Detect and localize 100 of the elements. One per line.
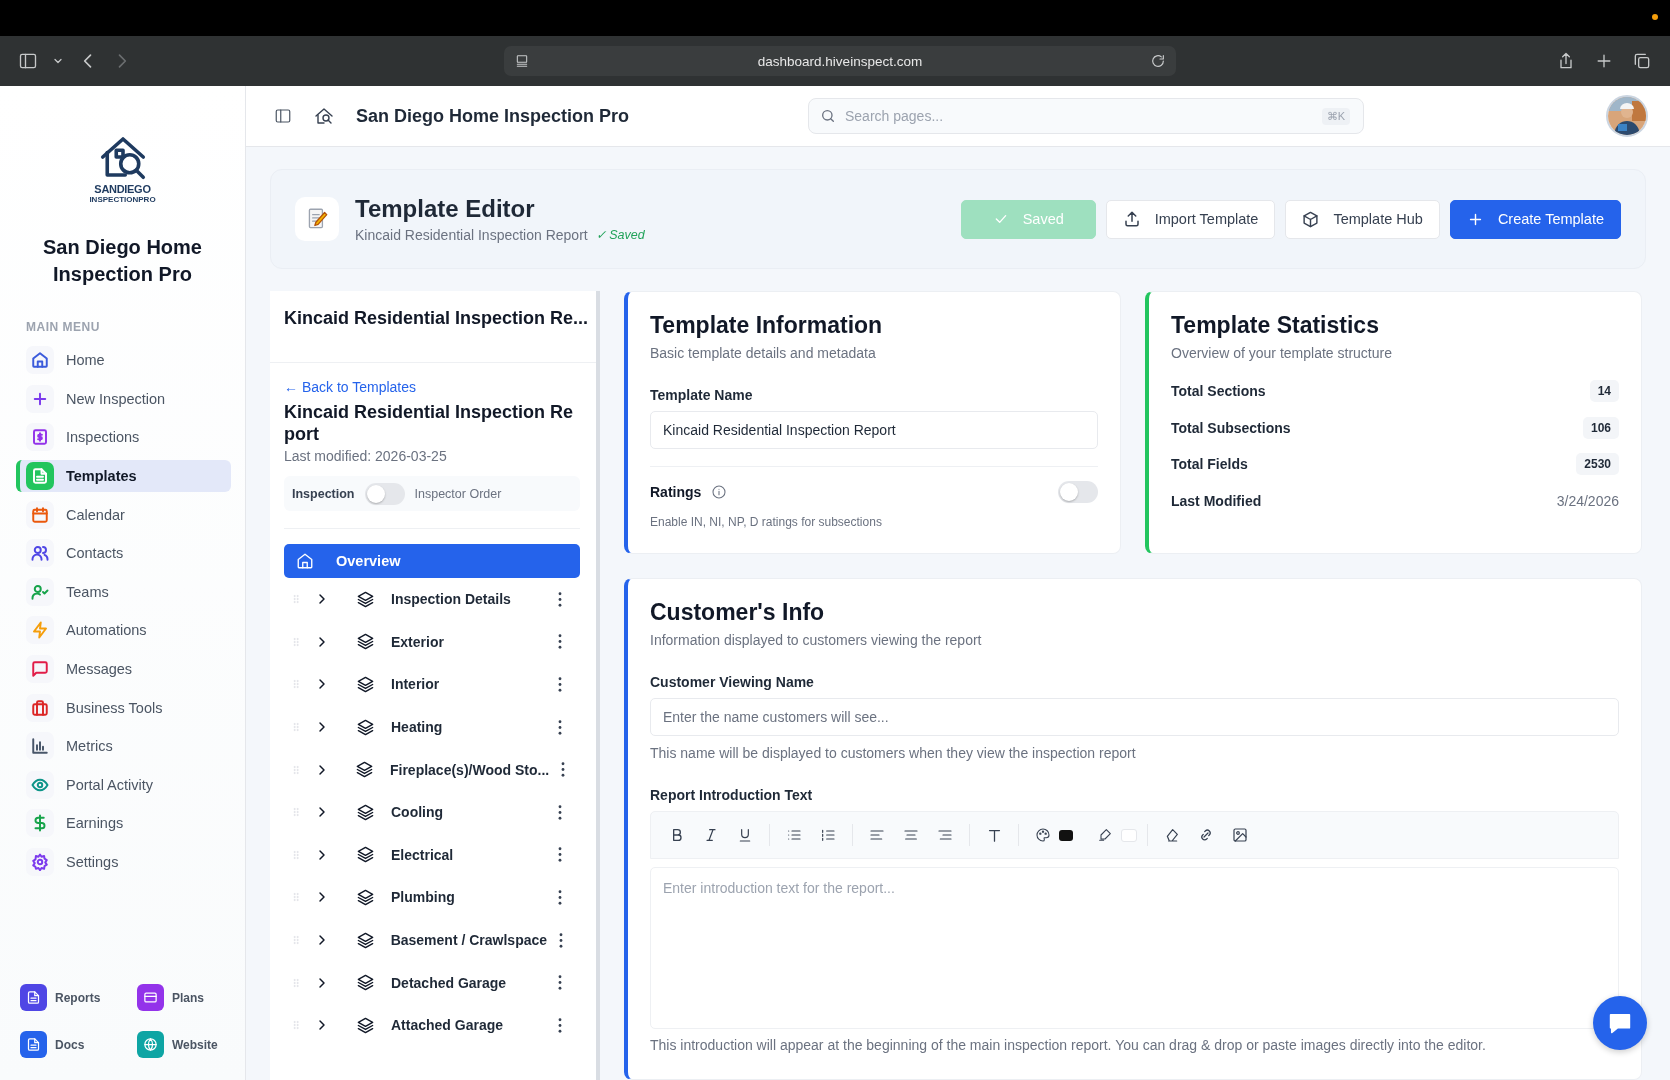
more-icon[interactable] <box>558 975 562 991</box>
brand-title: San Diego Home Inspection Pro <box>42 235 203 287</box>
toggle-label: Inspector Order <box>414 486 502 501</box>
italic-icon <box>703 827 719 843</box>
stat-label: Total Subsections <box>1171 419 1291 436</box>
saved-status: ✓ Saved <box>595 227 645 243</box>
status-dot <box>1652 14 1658 20</box>
more-icon[interactable] <box>558 677 562 692</box>
highlighter-icon <box>1097 827 1113 843</box>
layers-icon <box>356 675 375 694</box>
stat-label: Total Sections <box>1171 383 1266 400</box>
box-icon <box>1302 210 1320 228</box>
menu-item[interactable]: Messages <box>16 652 231 686</box>
link-icon <box>1198 827 1214 843</box>
layers-icon <box>356 1015 375 1035</box>
menu-item[interactable]: Business Tools <box>16 691 231 724</box>
underline-icon <box>737 827 753 843</box>
color-swatch[interactable] <box>1059 829 1073 841</box>
field-hint: This introduction will appear at the beginning of the main inspection report. You can drag & drop or paste images directly into the editor. <box>650 1037 1487 1053</box>
color-swatch[interactable] <box>1121 828 1137 842</box>
introduction-editor[interactable]: Enter introduction text for the report... <box>650 867 1619 1029</box>
menu-item[interactable]: Automations <box>16 614 231 647</box>
section-item[interactable]: Inspection Details <box>391 591 546 608</box>
back-link[interactable]: ← Back to Templates <box>284 379 580 395</box>
hub-button[interactable]: Template Hub <box>1285 199 1440 239</box>
menu-item[interactable]: Metrics <box>16 729 231 763</box>
field-label: Template Name <box>650 387 754 403</box>
menu-item[interactable]: Home <box>16 344 231 377</box>
section-item[interactable]: Heating <box>391 719 546 736</box>
section-item[interactable]: Plumbing <box>391 889 546 906</box>
card-subtitle: Overview of your template structure <box>1171 345 1393 361</box>
more-icon[interactable] <box>558 847 562 863</box>
toggle-label: Inspection <box>292 486 355 501</box>
section-item[interactable]: Fireplace(s)/Wood Sto... <box>389 761 550 778</box>
section-label: MAIN MENU <box>26 320 101 334</box>
shortcut-link[interactable]: Reports <box>20 984 137 1011</box>
shortcut-link[interactable]: Docs <box>20 1031 137 1058</box>
layers-icon <box>356 632 375 652</box>
menu-item[interactable]: Calendar <box>16 498 231 531</box>
more-icon[interactable] <box>558 804 562 820</box>
section-item[interactable]: Exterior <box>391 633 546 650</box>
card-title: Customer's Info <box>650 599 826 626</box>
section-item[interactable]: Basement / Crawlspace <box>390 932 548 949</box>
more-icon[interactable] <box>558 889 562 905</box>
section-item[interactable]: Interior <box>391 676 546 693</box>
more-icon[interactable] <box>559 932 564 948</box>
layers-icon <box>355 930 375 950</box>
align-right-icon <box>937 827 953 843</box>
field-hint: This name will be displayed to customers when they view the inspection report <box>650 745 1137 761</box>
more-icon[interactable] <box>558 634 562 650</box>
bullet-list-icon <box>786 827 802 843</box>
field-label: Customer Viewing Name <box>650 674 815 690</box>
document-icon <box>26 1037 41 1052</box>
stat-badge: 2530 <box>1576 453 1619 476</box>
menu-item[interactable]: Teams <box>16 575 231 609</box>
layers-icon <box>356 589 375 609</box>
last-modified: Last modified: 2026-03-25 <box>284 448 448 464</box>
more-icon[interactable] <box>561 762 566 778</box>
page-icon <box>514 53 530 69</box>
menu-item[interactable]: New Inspection <box>16 382 231 416</box>
section-item[interactable]: Attached Garage <box>391 1017 546 1034</box>
template-name-field[interactable]: Kincaid Residential Inspection Report <box>650 411 1098 449</box>
menu-item[interactable]: Contacts <box>16 536 231 570</box>
home-icon <box>296 552 314 570</box>
layers-icon <box>354 760 374 780</box>
section-item[interactable]: Cooling <box>391 804 546 821</box>
logo-text: SANDIEGO <box>94 184 151 195</box>
overview-item[interactable]: Overview <box>284 544 580 578</box>
section-item[interactable]: Electrical <box>391 846 546 863</box>
card-title: Template Statistics <box>1171 312 1380 339</box>
create-button[interactable]: Create Template <box>1449 199 1621 239</box>
shortcut-link[interactable]: Plans <box>137 984 247 1011</box>
view-switch[interactable] <box>364 482 405 505</box>
layers-icon <box>356 973 375 993</box>
search-icon <box>820 108 836 124</box>
stat-label: Last Modified <box>1171 492 1262 509</box>
card-icon <box>143 990 158 1005</box>
card-title: Template Information <box>650 312 884 339</box>
layers-icon <box>356 845 375 865</box>
menu-item[interactable]: Inspections <box>16 421 231 454</box>
align-left-icon <box>869 827 885 843</box>
more-icon[interactable] <box>558 1017 562 1033</box>
card-subtitle: Information displayed to customers viewing the report <box>650 632 983 648</box>
menu-item[interactable]: Earnings <box>16 807 231 840</box>
more-icon[interactable] <box>558 719 562 735</box>
address-bar[interactable]: dashboard.hiveinspect.com <box>504 46 1176 76</box>
menu-item[interactable]: Settings <box>16 845 231 879</box>
image-icon <box>1232 827 1248 843</box>
info-icon <box>711 484 728 500</box>
globe-icon <box>143 1037 158 1052</box>
import-button[interactable]: Import Template <box>1105 199 1276 239</box>
menu-item[interactable]: Portal Activity <box>16 768 231 802</box>
shortcut-link[interactable]: Website <box>137 1031 247 1058</box>
palette-icon <box>1035 827 1051 843</box>
ratings-switch[interactable] <box>1058 481 1098 503</box>
viewing-name-field[interactable]: Enter the name customers will see... <box>650 698 1619 736</box>
stat-badge: 106 <box>1582 416 1619 439</box>
more-icon[interactable] <box>558 591 562 607</box>
menu-item[interactable]: Templates <box>16 459 231 493</box>
section-item[interactable]: Detached Garage <box>391 974 546 991</box>
